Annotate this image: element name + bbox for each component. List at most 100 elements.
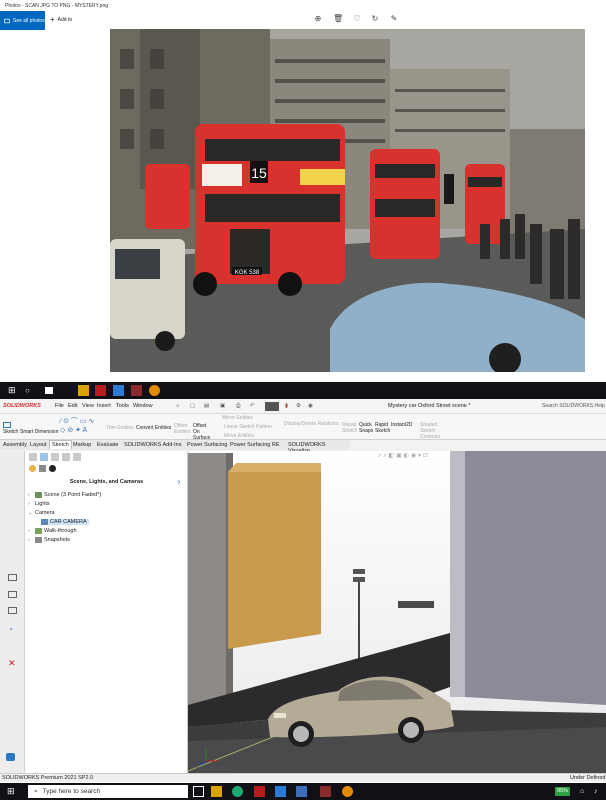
app-taskbar-icon[interactable] (131, 385, 142, 396)
dimxpert-icon[interactable] (62, 453, 70, 461)
edit-icon[interactable]: ✎ (389, 14, 399, 24)
close-icon[interactable]: ✕ (8, 658, 16, 669)
tree-item-camera[interactable]: ⌄ Camera (28, 510, 55, 516)
menu-window[interactable]: Window (133, 403, 153, 409)
property-manager-icon[interactable] (40, 453, 48, 461)
quick-snaps-button[interactable]: Quick Snaps (359, 422, 374, 434)
tab-markup[interactable]: Markup (71, 441, 93, 449)
file-explorer-icon[interactable] (8, 574, 17, 581)
tab-power-surfacing-re[interactable]: Power Surfacing RE (228, 441, 282, 449)
design-library-icon[interactable] (8, 591, 17, 598)
offset-on-surface-button[interactable]: Offset On Surface (193, 423, 213, 441)
sketch-button[interactable]: Sketch (3, 422, 18, 435)
add-to-button[interactable]: + Add to (50, 15, 72, 24)
explorer-icon[interactable] (78, 385, 89, 396)
task-view-icon[interactable] (45, 387, 53, 394)
custom-properties-icon[interactable] (6, 753, 15, 761)
zoom-icon[interactable]: ⊕ (313, 14, 323, 24)
collapse-icon[interactable]: ⌄ (28, 510, 33, 516)
scene-tab-icon[interactable] (49, 465, 56, 472)
favorite-icon[interactable]: ♡ (352, 14, 362, 24)
app2-taskbar-icon[interactable] (320, 786, 331, 797)
display-delete-relations-button[interactable]: Display/Delete Relations (284, 421, 342, 427)
network-icon[interactable]: ⌂ (580, 786, 591, 797)
expand-icon[interactable]: › (28, 492, 33, 498)
config-manager-icon[interactable] (51, 453, 59, 461)
rebuild-icon[interactable]: ▮ (285, 403, 288, 409)
mirror-entities-button[interactable]: Mirror Entities (222, 415, 253, 421)
visualize-taskbar-icon[interactable] (149, 385, 160, 396)
photos-taskbar-icon[interactable] (275, 786, 286, 797)
battery-indicator[interactable]: 95% (555, 787, 571, 796)
tree-item-car-camera[interactable]: CAR CAMERA (41, 519, 89, 525)
explorer-icon[interactable] (211, 786, 222, 797)
search-icon[interactable]: ○ (25, 385, 36, 396)
solidworks-taskbar-icon[interactable] (95, 385, 106, 396)
new-document-icon[interactable]: ▢ (190, 403, 195, 409)
task-view-icon[interactable] (193, 786, 204, 797)
smart-dimension-button[interactable]: Smart Dimension (20, 422, 58, 435)
delete-icon[interactable]: 🗑 (333, 14, 343, 24)
solidworks-taskbar-icon[interactable] (254, 786, 265, 797)
windows-start-icon[interactable]: ⊞ (7, 786, 18, 797)
photos-taskbar-icon[interactable] (113, 385, 124, 396)
graphics-viewport[interactable]: ⌕ ⌕ ◧ ▣ ◐ ◉ ▾ ⊡ CAR CAMERA (188, 451, 606, 773)
rotate-icon[interactable]: ↻ (370, 14, 380, 24)
tab-layout[interactable]: Layout (28, 441, 49, 449)
tree-item-walkthrough[interactable]: › Walk-through (28, 528, 77, 534)
tree-label-camera: Camera (35, 510, 55, 516)
shaded-sketch-contours-label: Shaded Sketch Contours (420, 422, 441, 440)
undo-icon[interactable]: ↶ (250, 403, 255, 409)
options-dropdown-icon[interactable]: ◉ (308, 403, 313, 409)
display-manager-icon[interactable] (73, 453, 81, 461)
rapid-sketch-button[interactable]: Rapid Sketch (375, 422, 391, 434)
tab-addins[interactable]: SOLIDWORKS Add-Ins (122, 441, 183, 449)
window-title: Photos - SCAN JPG TO PNG - MYSTERY.png (5, 3, 109, 9)
line-tools-icon[interactable]: ⁄ ⊙ ⌒ ▭ ∿ (60, 416, 94, 426)
shaded-sketch-contours-button[interactable]: Shaded Sketch Contours (420, 422, 452, 440)
volume-icon[interactable]: ♪ (594, 786, 605, 797)
tree-item-lights[interactable]: › Lights (28, 501, 50, 507)
expand-icon[interactable]: › (28, 537, 33, 543)
windows-start-icon[interactable]: ⊞ (8, 385, 19, 396)
instant2d-button[interactable]: Instant2D (391, 422, 412, 428)
search-icon: ⌕ (34, 787, 38, 795)
tab-sketch[interactable]: Sketch (49, 440, 72, 449)
tab-assembly[interactable]: Assembly (1, 441, 29, 449)
home-icon[interactable]: ⌂ (176, 403, 179, 409)
expand-icon[interactable]: › (28, 528, 33, 534)
menu-view[interactable]: View (82, 403, 94, 409)
see-all-photos-button[interactable]: See all photos (0, 11, 45, 30)
visualize-taskbar-icon[interactable] (342, 786, 353, 797)
appearances-tab-icon[interactable] (29, 465, 36, 472)
menu-edit[interactable]: Edit (68, 403, 77, 409)
menu-tools[interactable]: Tools (116, 403, 129, 409)
move-entities-button[interactable]: Move Entities (224, 433, 254, 439)
offset-entities-button[interactable]: Offset Entities (174, 423, 190, 435)
convert-entities-button[interactable]: Convert Entities (136, 425, 171, 431)
linear-sketch-pattern-button[interactable]: Linear Sketch Pattern (224, 424, 272, 430)
trim-entities-button[interactable]: Trim Entities (106, 425, 134, 431)
print-icon[interactable]: ⎙ (236, 403, 240, 410)
tab-power-surfacing[interactable]: Power Surfacing (185, 441, 229, 449)
help-search-input[interactable]: Search SOLIDWORKS Help (542, 403, 605, 409)
open-icon[interactable]: ▤ (204, 403, 209, 409)
view-palette-icon[interactable] (8, 607, 17, 614)
tree-item-scene[interactable]: › Scene (3 Point Faded*) (28, 492, 101, 498)
taskbar-search-input[interactable]: ⌕ Type here to search (28, 785, 188, 798)
menu-insert[interactable]: Insert (97, 403, 111, 409)
app-taskbar-icon[interactable] (296, 786, 307, 797)
decals-tab-icon[interactable] (39, 465, 46, 472)
options-icon[interactable]: ⚙ (296, 403, 301, 409)
tab-evaluate[interactable]: Evaluate (95, 441, 120, 449)
edge-icon[interactable] (232, 786, 243, 797)
tree-item-snapshots[interactable]: › Snapshots (28, 537, 70, 543)
save-icon[interactable]: ▣ (220, 403, 225, 409)
expand-icon[interactable]: › (28, 501, 33, 507)
select-icon[interactable] (265, 402, 279, 411)
menu-file[interactable]: File (55, 403, 64, 409)
feature-manager-icon[interactable] (29, 453, 37, 461)
appearances-icon[interactable]: ◔ (8, 625, 13, 634)
shape-tools-icon[interactable]: ◇ ⊘ ✦ A (60, 426, 87, 434)
repair-sketch-button[interactable]: Repair Sketch (342, 422, 358, 434)
